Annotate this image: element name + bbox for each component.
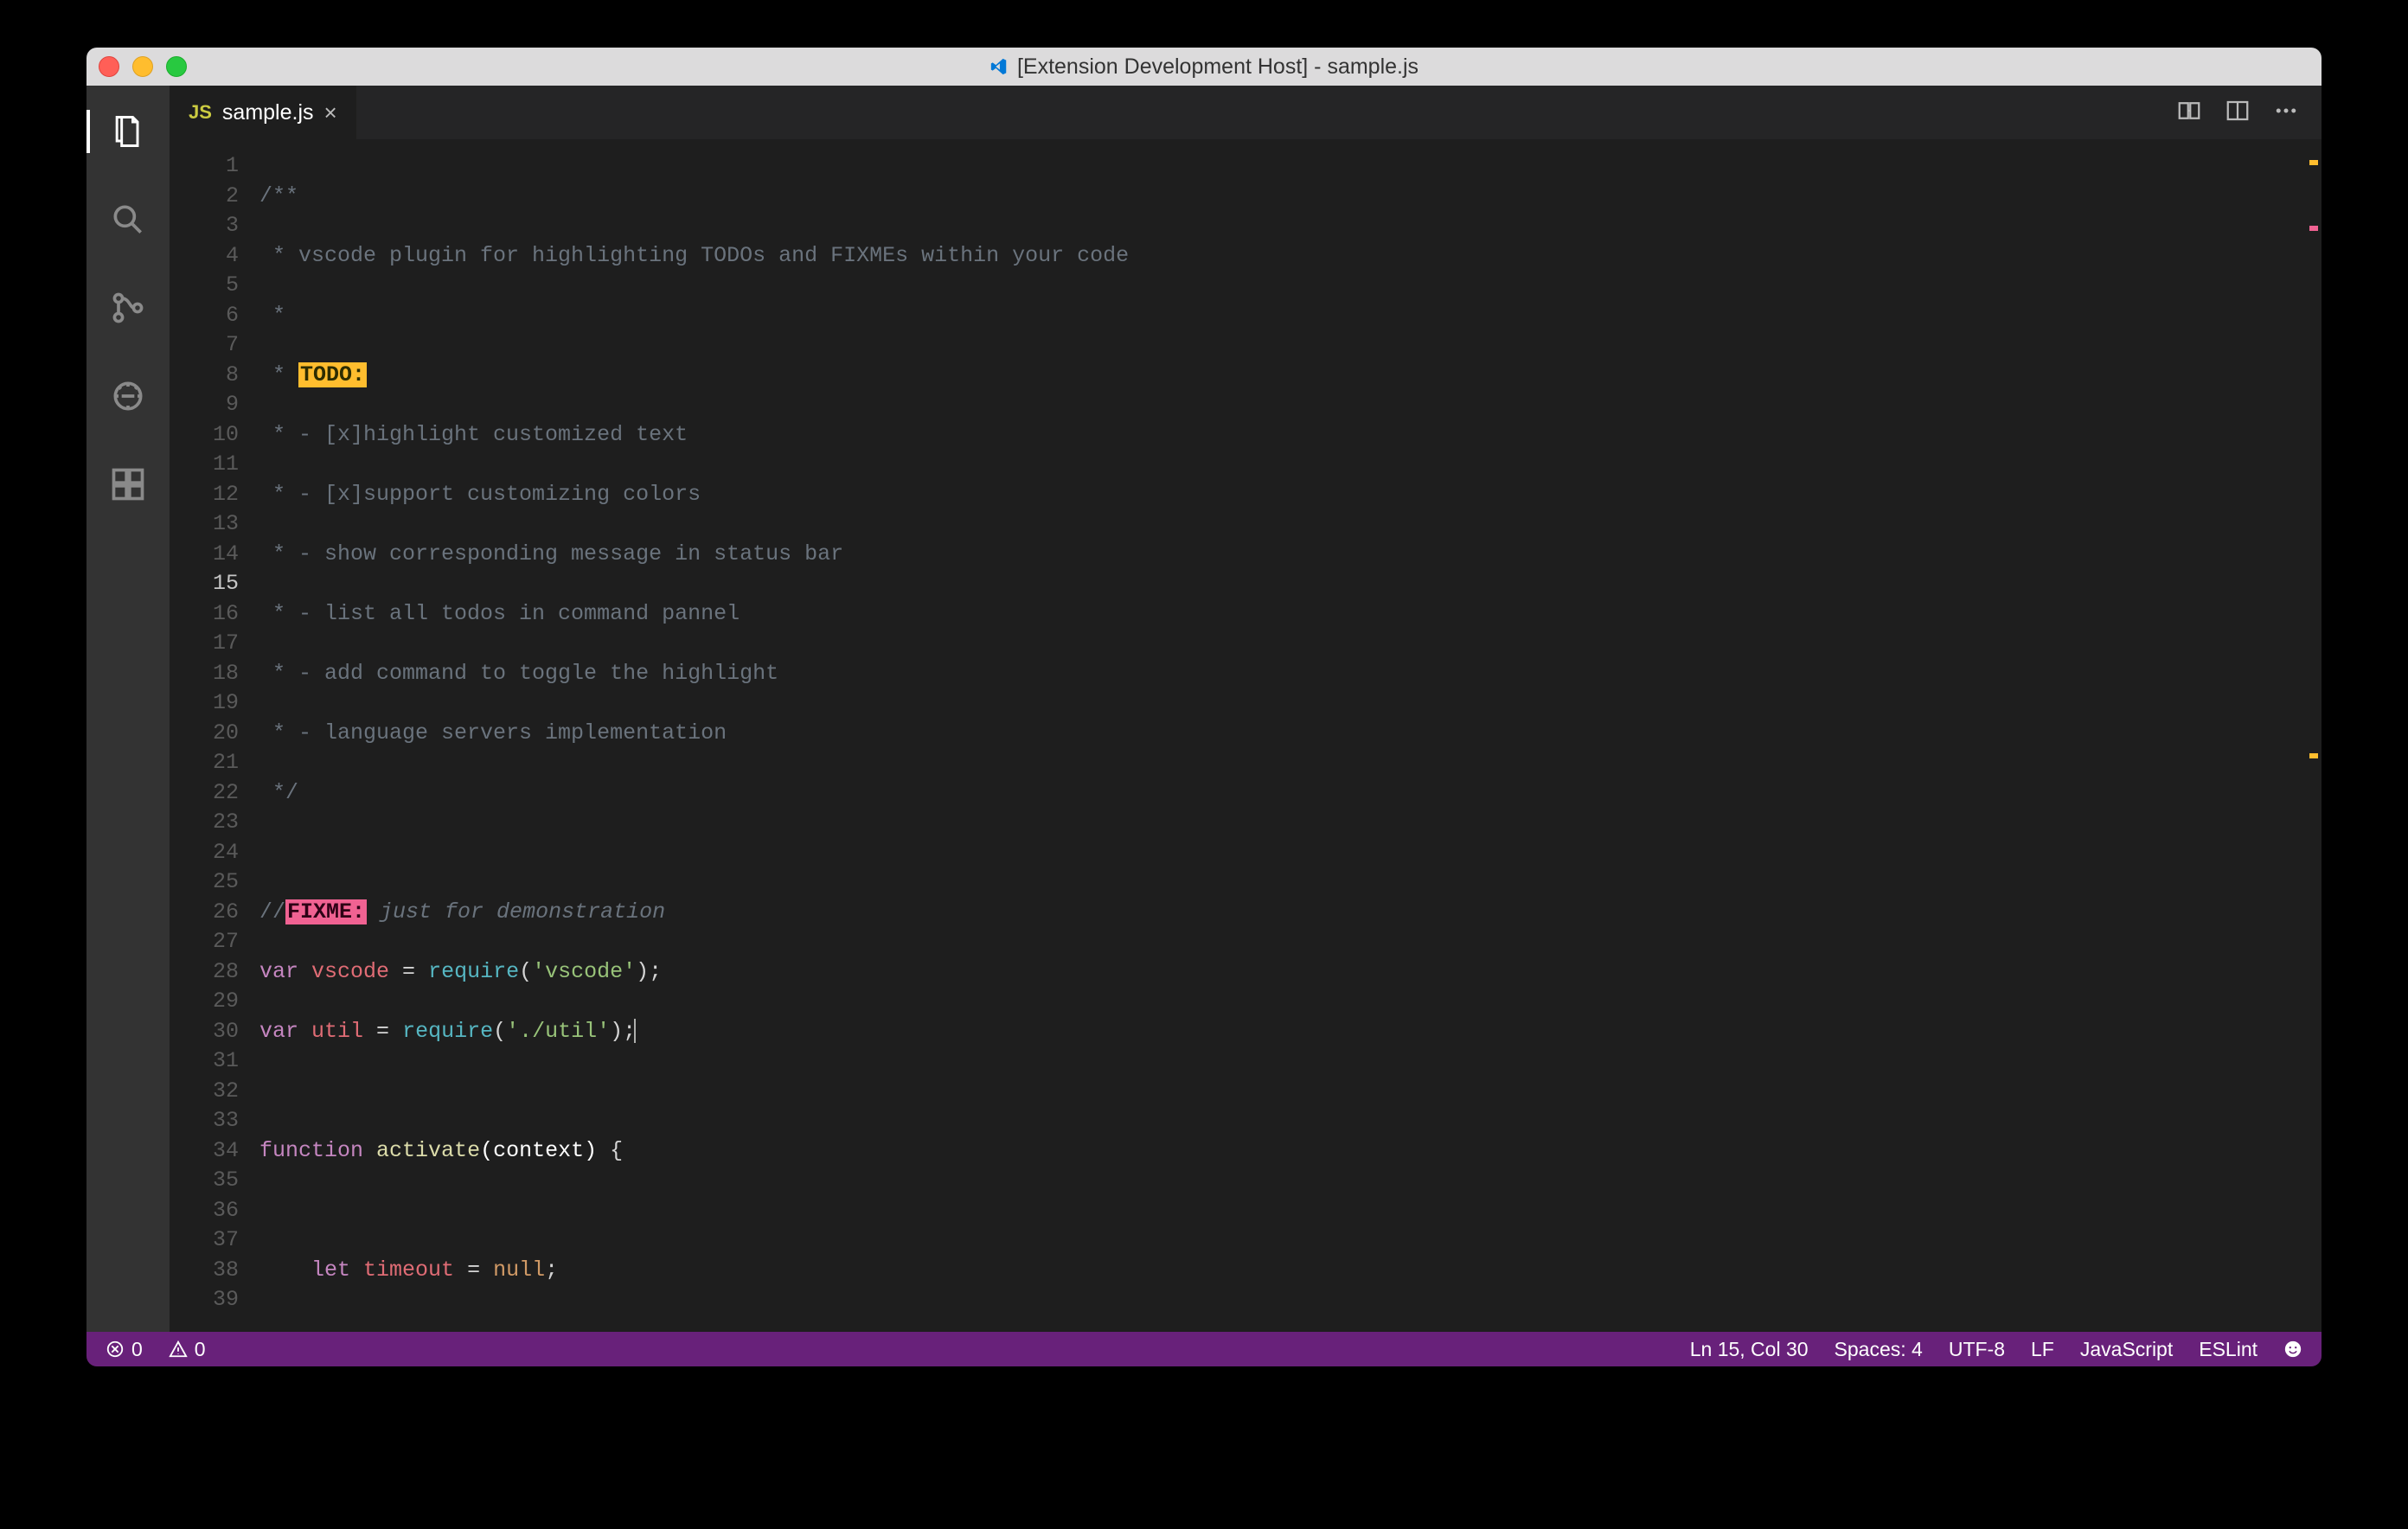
status-indentation[interactable]: Spaces: 4 — [1829, 1338, 1928, 1361]
editor[interactable]: 1234567891011121314151617181920212223242… — [170, 139, 2322, 1332]
status-warnings[interactable]: 0 — [163, 1338, 211, 1361]
editor-tabs: JS sample.js × — [170, 86, 2322, 139]
status-cursor-position[interactable]: Ln 15, Col 30 — [1685, 1338, 1814, 1361]
code-content[interactable]: /** * vscode plugin for highlighting TOD… — [259, 139, 2296, 1332]
activity-search[interactable] — [86, 189, 170, 250]
status-eol[interactable]: LF — [2026, 1338, 2059, 1361]
overview-mark-fixme — [2309, 226, 2318, 231]
overview-ruler[interactable] — [2296, 139, 2322, 1332]
todo-highlight: TODO: — [298, 362, 367, 387]
line-number-gutter: 1234567891011121314151617181920212223242… — [170, 139, 259, 1332]
maximize-window-button[interactable] — [166, 56, 187, 77]
js-file-icon: JS — [189, 101, 212, 124]
tab-close-button[interactable]: × — [324, 101, 337, 124]
activity-extensions[interactable] — [86, 454, 170, 515]
status-eslint[interactable]: ESLint — [2193, 1338, 2263, 1361]
window-traffic-lights — [99, 56, 187, 77]
compare-changes-icon[interactable] — [2176, 98, 2202, 128]
status-errors[interactable]: 0 — [100, 1338, 148, 1361]
tab-sample-js[interactable]: JS sample.js × — [170, 86, 357, 139]
fixme-highlight: FIXME: — [285, 899, 367, 924]
activity-scm[interactable] — [86, 278, 170, 338]
window-title: [Extension Development Host] - sample.js — [1017, 54, 1419, 80]
text-cursor — [634, 1019, 636, 1043]
activity-bar — [86, 86, 170, 1332]
split-editor-icon[interactable] — [2225, 98, 2251, 128]
tab-filename-label: sample.js — [222, 100, 314, 125]
app-window: [Extension Development Host] - sample.js — [86, 48, 2322, 1366]
status-bar: 0 0 Ln 15, Col 30 Spaces: 4 UTF-8 LF Jav… — [86, 1332, 2322, 1366]
status-encoding[interactable]: UTF-8 — [1944, 1338, 2010, 1361]
status-feedback-icon[interactable] — [2278, 1340, 2308, 1359]
status-language-mode[interactable]: JavaScript — [2075, 1338, 2178, 1361]
activity-debug[interactable] — [86, 366, 170, 426]
titlebar: [Extension Development Host] - sample.js — [86, 48, 2322, 86]
overview-mark — [2309, 753, 2318, 758]
minimize-window-button[interactable] — [132, 56, 153, 77]
vscode-icon — [989, 57, 1009, 76]
overview-mark-todo — [2309, 160, 2318, 165]
close-window-button[interactable] — [99, 56, 119, 77]
more-actions-icon[interactable] — [2273, 98, 2299, 128]
activity-explorer[interactable] — [86, 101, 170, 162]
